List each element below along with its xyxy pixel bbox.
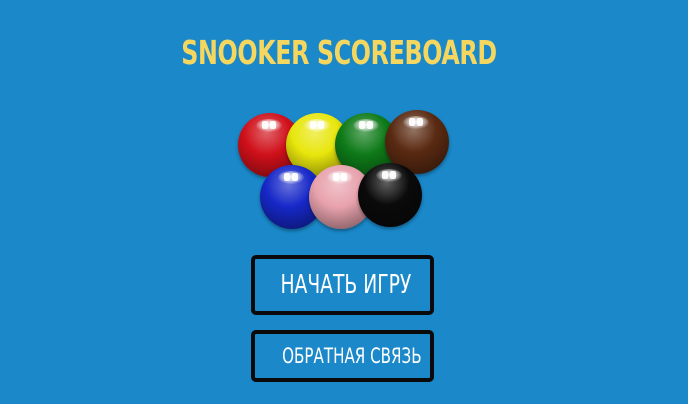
start-game-button[interactable]: НАЧАТЬ ИГРУ [251, 255, 434, 315]
feedback-button[interactable]: ОБРАТНАЯ СВЯЗЬ [251, 330, 434, 382]
black-ball-icon [358, 163, 422, 227]
app-screen: SNOOKER SCOREBOARD НАЧАТЬ ИГРУ ОБРАТНАЯ … [0, 0, 688, 404]
app-title: SNOOKER SCOREBOARD [181, 33, 497, 72]
snooker-balls-logo [230, 105, 460, 235]
feedback-label: ОБРАТНАЯ СВЯЗЬ [282, 344, 422, 368]
start-game-label: НАЧАТЬ ИГРУ [280, 270, 412, 300]
